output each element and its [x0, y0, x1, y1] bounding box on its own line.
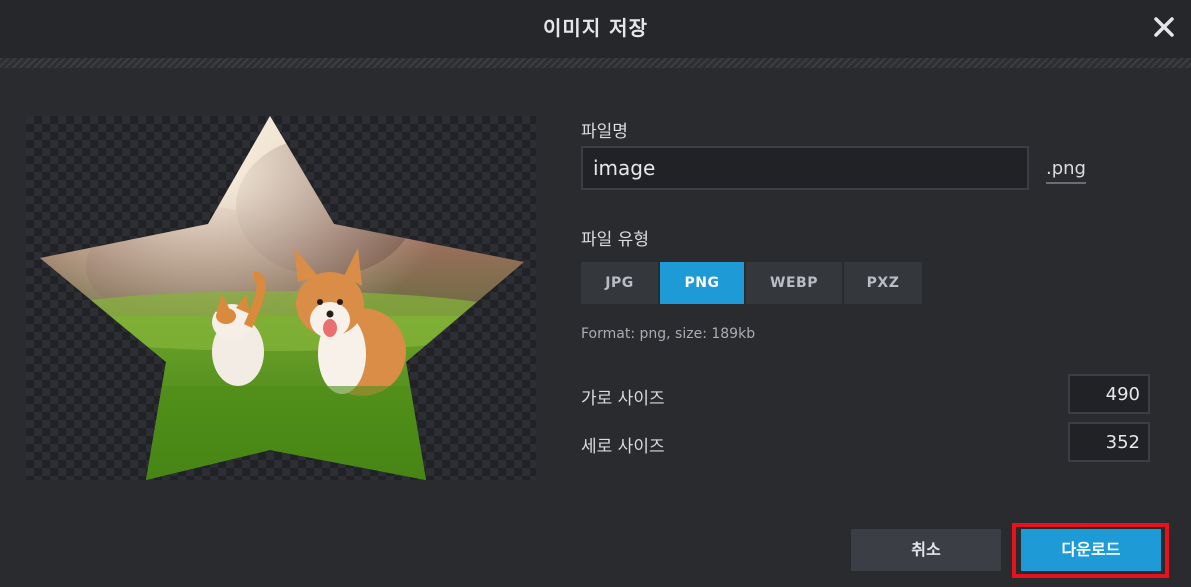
filetype-option-jpg[interactable]: JPG [581, 262, 658, 304]
width-input[interactable] [1068, 374, 1150, 414]
filetype-option-png[interactable]: PNG [660, 262, 744, 304]
file-extension: .png [1046, 158, 1086, 184]
cancel-button[interactable]: 취소 [851, 529, 1001, 571]
filename-input[interactable] [581, 146, 1029, 190]
height-input[interactable] [1068, 422, 1150, 462]
close-button[interactable] [1151, 14, 1177, 40]
filetype-option-webp[interactable]: WEBP [746, 262, 842, 304]
filename-label: 파일명 [581, 122, 628, 142]
download-button[interactable]: 다운로드 [1021, 529, 1161, 571]
height-label: 세로 사이즈 [581, 437, 665, 457]
dialog-header: 이미지 저장 [0, 0, 1191, 58]
star-image [40, 116, 524, 480]
close-icon [1154, 17, 1174, 37]
format-info: Format: png, size: 189kb [581, 326, 756, 342]
header-divider [0, 58, 1191, 68]
width-label: 가로 사이즈 [581, 389, 665, 409]
filetype-option-pxz[interactable]: PXZ [844, 262, 922, 304]
filetype-label: 파일 유형 [581, 230, 649, 250]
save-image-dialog: 이미지 저장 파일명 image .png 파일 유형 JPG PNG WEBP… [0, 0, 1191, 587]
image-preview [26, 116, 536, 480]
dialog-title: 이미지 저장 [543, 16, 648, 40]
